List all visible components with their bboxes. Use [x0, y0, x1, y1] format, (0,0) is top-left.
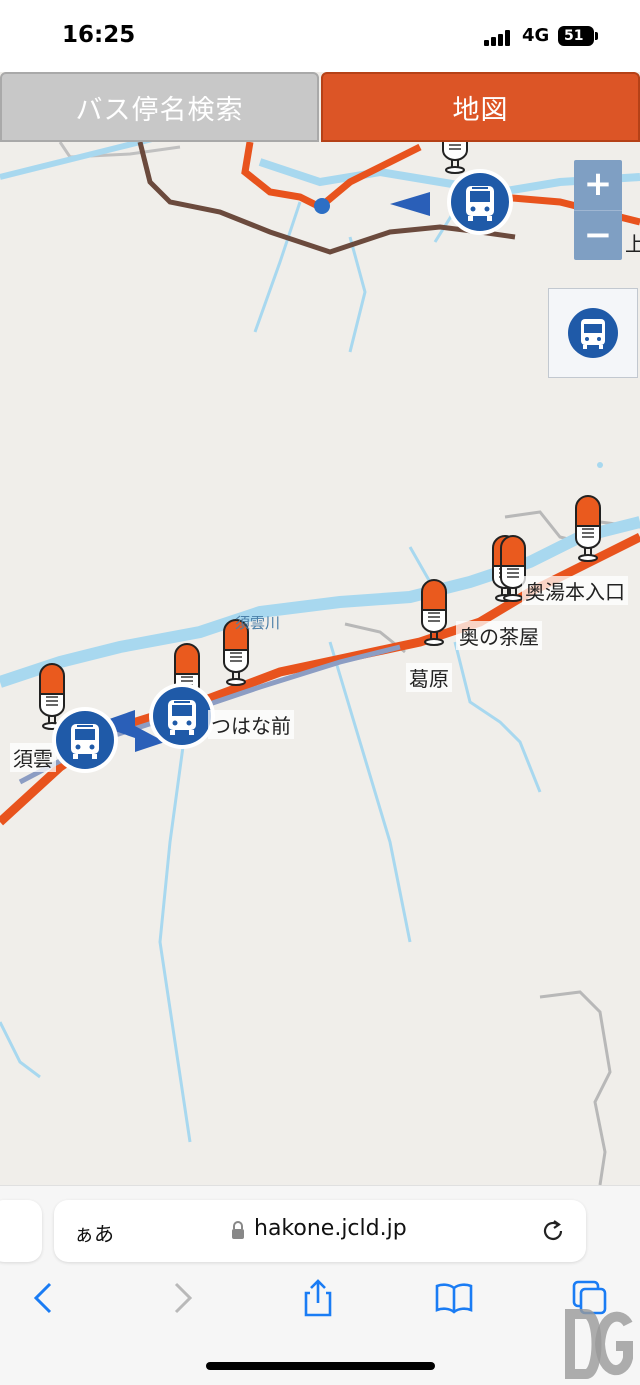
- map-view[interactable]: 奥湯本入口 奥の茶屋 葛原 つはな前 須雲 須雲川 上: [0, 142, 640, 1185]
- previous-tab-preview[interactable]: [0, 1200, 42, 1262]
- zoom-out-button[interactable]: −: [574, 211, 622, 261]
- cellular-signal-icon: [484, 28, 516, 46]
- map-label-kuzuhara: 葛原: [406, 663, 452, 692]
- status-bar: 16:25 4G 51: [0, 0, 640, 72]
- map-label-tsubana-mae: つはな前: [208, 710, 294, 739]
- battery-icon: 51: [558, 26, 598, 46]
- tab-map[interactable]: 地図: [321, 72, 640, 142]
- map-label-suun: 須雲: [10, 743, 56, 772]
- map-canvas: [0, 142, 640, 1185]
- reload-icon[interactable]: [540, 1218, 566, 1244]
- map-label-oku-no-chaya: 奥の茶屋: [456, 621, 542, 650]
- back-icon[interactable]: [24, 1278, 64, 1318]
- map-label-edge: 上: [625, 232, 640, 256]
- url-text: hakone.jcld.jp: [254, 1216, 407, 1241]
- network-type: 4G: [522, 25, 550, 46]
- lock-icon: [232, 1221, 244, 1239]
- map-label-oku-yumoto-iriguchi: 奥湯本入口: [522, 576, 628, 605]
- browser-nav-row: [0, 1278, 640, 1322]
- browser-toolbar: ぁあ hakone.jcld.jp: [0, 1185, 640, 1385]
- map-label-suun-river: 須雲川: [235, 614, 281, 632]
- text-size-button[interactable]: ぁあ: [74, 1218, 114, 1247]
- bus-location-button[interactable]: [548, 288, 638, 378]
- status-time: 16:25: [62, 22, 136, 48]
- bookmarks-icon[interactable]: [434, 1278, 474, 1318]
- home-indicator: [206, 1362, 435, 1370]
- share-icon[interactable]: [298, 1278, 338, 1318]
- zoom-in-button[interactable]: +: [574, 160, 622, 211]
- tab-bus-stop-search[interactable]: バス停名検索: [0, 72, 319, 142]
- bus-icon: [568, 308, 618, 358]
- address-bar[interactable]: ぁあ hakone.jcld.jp: [54, 1200, 586, 1262]
- forward-icon[interactable]: [162, 1278, 202, 1318]
- zoom-control: + −: [574, 160, 622, 260]
- tab-bar: バス停名検索 地図: [0, 72, 640, 142]
- watermark-logo: [565, 1309, 633, 1379]
